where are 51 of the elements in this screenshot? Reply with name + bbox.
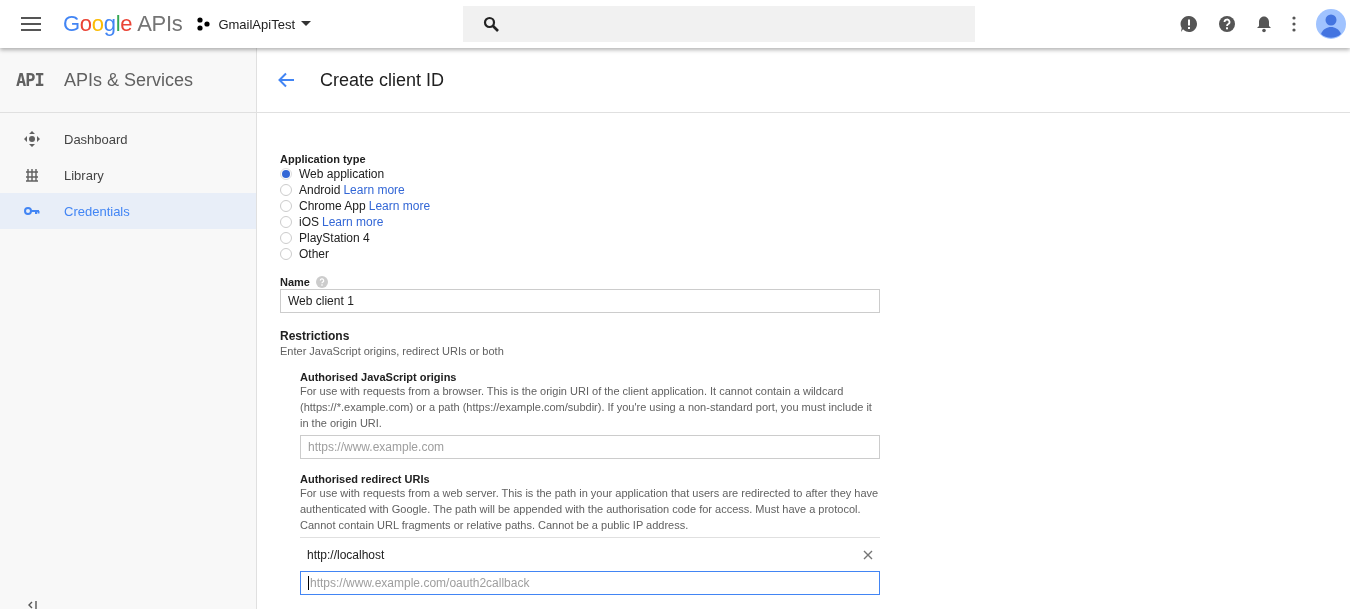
page-title: Create client ID bbox=[320, 69, 445, 91]
project-selector[interactable]: GmailApiTest bbox=[196, 16, 311, 32]
option-label: Web application bbox=[299, 167, 385, 181]
nav-item[interactable]: Dashboard bbox=[0, 121, 256, 157]
field-label: Name bbox=[280, 276, 310, 288]
move-arrows-icon bbox=[24, 131, 40, 147]
subsection-heading: Authorised redirect URIs bbox=[300, 473, 431, 485]
search-field[interactable] bbox=[463, 6, 975, 42]
nav-item[interactable]: Library bbox=[0, 157, 256, 193]
learn-more-link[interactable]: Learn more bbox=[322, 215, 384, 229]
avatar-icon[interactable] bbox=[1316, 9, 1346, 39]
section-heading: Restrictions bbox=[280, 329, 351, 343]
learn-more-link[interactable]: Learn more bbox=[368, 199, 431, 213]
radio-button[interactable] bbox=[280, 200, 292, 212]
learn-more-link[interactable]: Learn more bbox=[343, 183, 405, 197]
notifications-icon[interactable] bbox=[1256, 15, 1272, 33]
subsection-heading: Authorised JavaScript origins bbox=[300, 371, 458, 383]
logo-text[interactable]: Google APIs bbox=[63, 11, 183, 37]
more-options-icon[interactable] bbox=[1292, 16, 1296, 32]
caret-icon bbox=[301, 21, 311, 27]
option-label: Other bbox=[299, 247, 329, 261]
option-label: Chrome App bbox=[299, 199, 366, 213]
help-icon[interactable] bbox=[1218, 15, 1236, 33]
section-title: APIs & Services bbox=[64, 69, 194, 91]
description-text: For use with requests from a web server. This is the path in your application that users are redirected to after they have authenticated with Google. The path will be appended with the authorisation code for access. Must have a protocol. Cannot contain URL fragments or relative paths. Cannot be a public IP address. bbox=[300, 486, 880, 533]
api-logo: API bbox=[16, 70, 45, 90]
key-icon bbox=[24, 206, 40, 216]
radio-button[interactable] bbox=[280, 184, 292, 196]
radio-button[interactable] bbox=[280, 216, 292, 228]
feedback-icon[interactable] bbox=[1180, 15, 1198, 33]
uri-field[interactable]: https://www.example.com/oauth2callback bbox=[300, 571, 880, 595]
radio-button[interactable] bbox=[280, 168, 292, 180]
close-icon[interactable] bbox=[863, 549, 873, 560]
back-arrow-icon[interactable] bbox=[277, 72, 295, 88]
option-label: PlayStation 4 bbox=[299, 231, 370, 245]
collapse-icon[interactable] bbox=[26, 601, 38, 609]
name-field[interactable]: Web client 1 bbox=[280, 289, 880, 313]
library-icon bbox=[25, 168, 39, 182]
search-icon bbox=[483, 16, 499, 32]
field-label: Application type bbox=[280, 153, 367, 165]
menu-icon[interactable] bbox=[21, 16, 43, 32]
radio-button[interactable] bbox=[280, 232, 292, 244]
nav-item[interactable]: Credentials bbox=[0, 193, 256, 229]
uri-field[interactable]: https://www.example.com bbox=[300, 435, 880, 459]
uri-entry: http://localhost bbox=[307, 547, 385, 562]
radio-button[interactable] bbox=[280, 248, 292, 260]
description-text: For use with requests from a browser. This is the origin URI of the client application. It cannot contain a wildcard (https://*.example.com) or a path (https://example.com/subdir). If you're using a non-standard port, you must include it in the origin URI. bbox=[300, 384, 873, 431]
nodes-icon bbox=[196, 17, 213, 31]
option-label: Android bbox=[299, 183, 341, 197]
option-label: iOS bbox=[299, 215, 319, 229]
section-hint: Enter JavaScript origins, redirect URIs or both bbox=[280, 345, 505, 357]
